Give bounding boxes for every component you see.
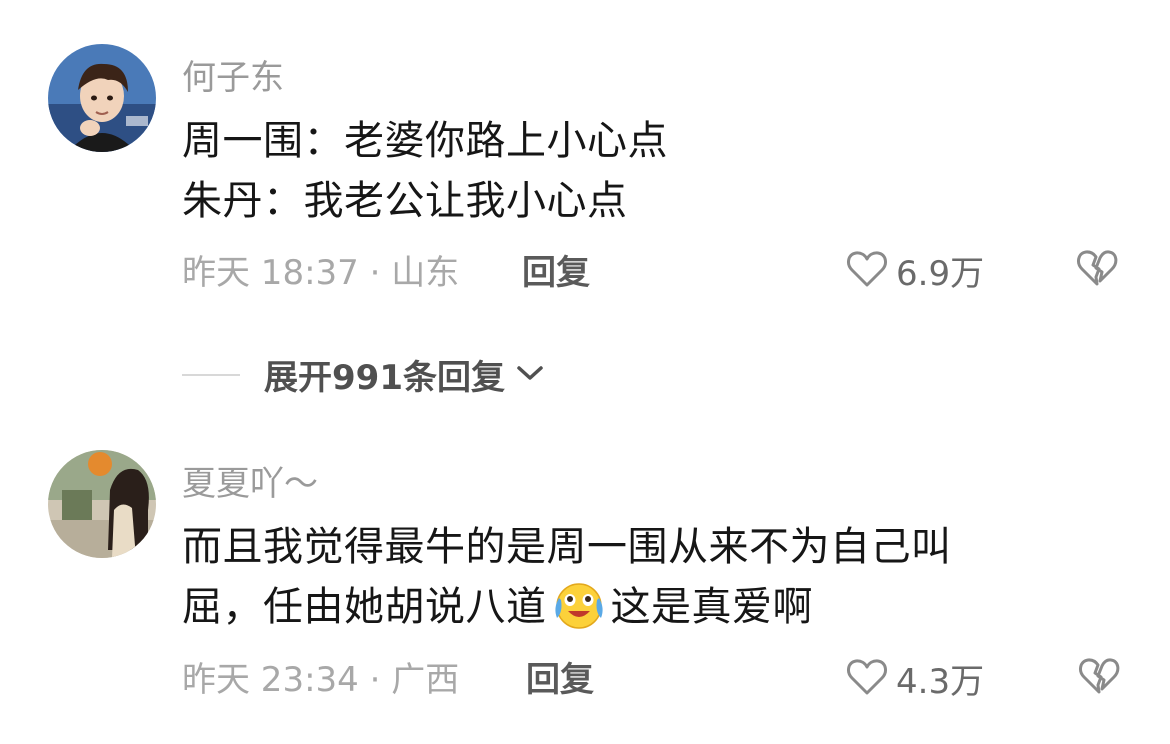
avatar-image xyxy=(48,450,156,558)
reply-button[interactable]: 回复 xyxy=(526,652,594,701)
broken-heart-icon xyxy=(1078,658,1120,700)
username[interactable]: 夏夏吖～ xyxy=(182,456,318,505)
comment-list: 何子东 周一围：老婆你路上小心点 朱丹：我老公让我小心点 昨天 18:37 · … xyxy=(0,0,1170,744)
comment-text-segment: 屈，任由她胡说八道 xyxy=(182,584,547,630)
comment-meta: 昨天 23:34 · 广西 xyxy=(182,660,460,700)
like-button[interactable]: 4.3万 xyxy=(846,654,984,703)
comment-text-line: 而且我觉得最牛的是周一围从来不为自己叫 xyxy=(182,524,952,570)
crying-laughing-emoji-icon xyxy=(551,578,607,640)
comment-text-line: 屈，任由她胡说八道 这是真爱啊 xyxy=(182,574,813,640)
like-count: 4.3万 xyxy=(896,662,985,702)
heart-icon xyxy=(846,657,888,701)
avatar[interactable] xyxy=(48,450,156,558)
comment-text-segment: 这是真爱啊 xyxy=(610,584,813,630)
dislike-button[interactable] xyxy=(1078,656,1120,700)
comment-item: 夏夏吖～ 而且我觉得最牛的是周一围从来不为自己叫 屈，任由她胡说八道 这是真爱啊… xyxy=(0,0,1170,744)
